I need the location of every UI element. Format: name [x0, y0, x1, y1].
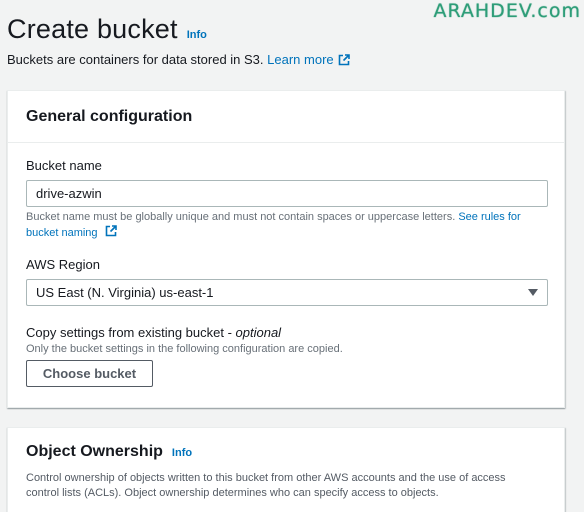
panel-title: General configuration	[26, 108, 193, 125]
copy-settings-description: Only the bucket settings in the followin…	[26, 343, 343, 355]
panel-header: Object Ownership Info	[8, 428, 564, 461]
aws-region-select[interactable]: US East (N. Virginia) us-east-1	[26, 279, 548, 306]
bucket-name-input[interactable]	[26, 180, 548, 207]
copy-settings-label: Copy settings from existing bucket - opt…	[26, 325, 281, 340]
title-row: Create bucket Info	[7, 14, 350, 45]
choose-bucket-button[interactable]: Choose bucket	[26, 360, 153, 387]
info-link[interactable]: Info	[172, 447, 192, 459]
page-description: Buckets are containers for data stored i…	[7, 52, 350, 67]
optional-tag: optional	[235, 325, 282, 340]
page-title: Create bucket	[7, 14, 178, 44]
general-configuration-panel: General configuration Bucket name Bucket…	[7, 90, 565, 408]
caret-down-icon	[528, 289, 538, 296]
learn-more-link[interactable]: Learn more	[267, 52, 333, 67]
external-link-icon[interactable]	[338, 53, 350, 66]
page: ARAHDEV.com Create bucket Info Buckets a…	[0, 0, 584, 512]
copy-settings-label-text: Copy settings from existing bucket -	[26, 325, 236, 340]
aws-region-value: US East (N. Virginia) us-east-1	[36, 285, 214, 300]
object-ownership-description: Control ownership of objects written to …	[26, 472, 506, 499]
aws-region-label: AWS Region	[26, 257, 100, 272]
object-ownership-panel: Object Ownership Info Control ownership …	[7, 427, 565, 512]
watermark: ARAHDEV.com	[433, 0, 581, 22]
bucket-name-hint-text: Bucket name must be globally unique and …	[26, 211, 456, 223]
panel-title: Object Ownership	[26, 443, 163, 460]
info-link[interactable]: Info	[187, 29, 207, 41]
panel-header: General configuration	[8, 91, 564, 143]
external-link-icon[interactable]	[105, 225, 117, 237]
page-description-text: Buckets are containers for data stored i…	[7, 52, 264, 67]
bucket-name-label: Bucket name	[26, 158, 102, 173]
page-header: Create bucket Info Buckets are container…	[7, 14, 350, 67]
bucket-name-hint: Bucket name must be globally unique and …	[26, 210, 546, 241]
